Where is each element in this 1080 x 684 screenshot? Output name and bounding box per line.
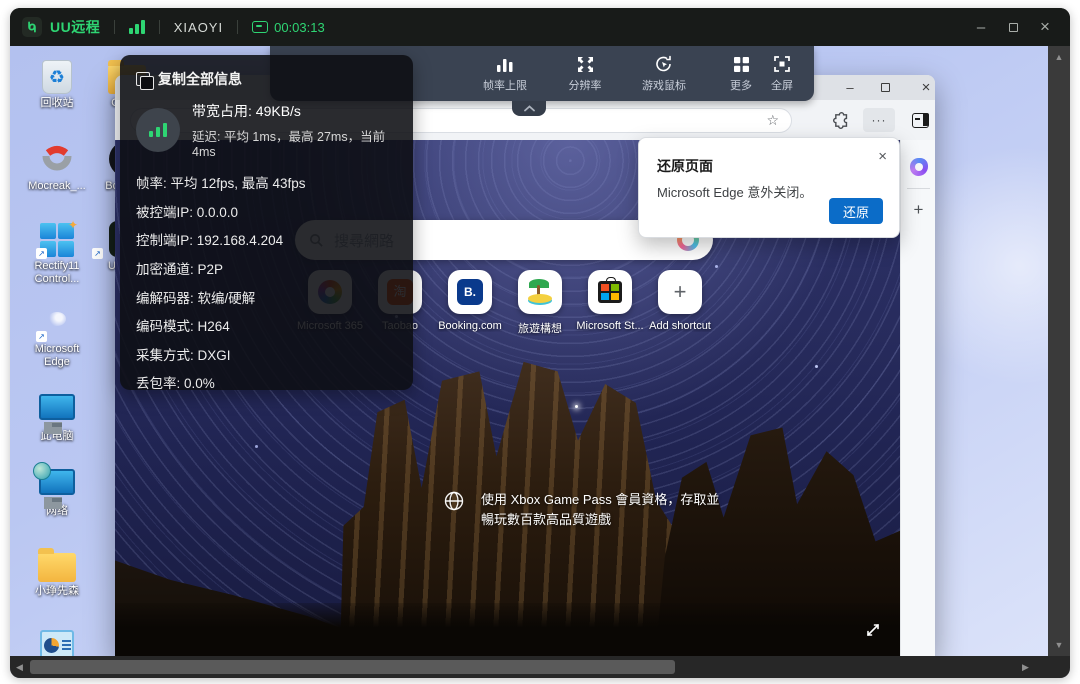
shortcut-arrow-icon: ↗ — [36, 331, 47, 342]
chevron-up-icon — [523, 105, 535, 112]
stat-channel: 加密通道: P2P — [136, 262, 224, 278]
desktop-icon-folder-user[interactable]: 小琤先森 — [25, 540, 89, 598]
shortcut-travel-ideas[interactable] — [518, 270, 562, 314]
folder-icon — [25, 540, 89, 582]
stat-codec: 编解码器: 软编/硬解 — [136, 290, 256, 306]
copilot-sidebar-toggle-icon[interactable] — [907, 108, 933, 132]
session-timer: 00:03:13 — [252, 20, 325, 35]
network-icon — [25, 460, 89, 502]
stat-controlled-ip: 被控端IP: 0.0.0.0 — [136, 204, 239, 220]
vertical-scrollbar[interactable]: ▲ ▼ — [1048, 46, 1070, 656]
uu-remote-window: UU远程 XIAOYI 00:03:13 – × ♻ 回收站 Mocreak_.… — [10, 8, 1070, 678]
booking-icon: B. — [457, 279, 483, 305]
shortcut-arrow-icon: ↗ — [92, 248, 103, 259]
scroll-up-icon[interactable]: ▲ — [1048, 52, 1070, 62]
divider — [114, 20, 116, 34]
uu-logo-icon — [22, 17, 42, 37]
restore-button[interactable]: 还原 — [829, 198, 883, 224]
toolbar-fullscreen[interactable]: 全屏 — [753, 53, 811, 93]
stat-framerate: 帧率: 平均 12fps, 最高 43fps — [136, 176, 306, 192]
xbox-gamepass-banner[interactable]: 使用 Xbox Game Pass 會員資格，存取並 暢玩數百款高品質遊戲 — [443, 490, 719, 530]
divider — [158, 20, 160, 34]
remote-desktop-viewport: ♻ 回收站 Mocreak_... ✦ ↗ Rectify11 Control.… — [10, 46, 1070, 678]
edge-close-button[interactable]: × — [912, 77, 940, 98]
edge-icon: ↗ — [25, 298, 89, 342]
mouse-rotate-icon — [632, 53, 696, 75]
stat-encode-mode: 编码模式: H264 — [136, 319, 230, 335]
popup-close-icon[interactable]: × — [878, 148, 887, 165]
bandwidth-stat: 带宽占用: 49KB/s — [192, 103, 301, 119]
divider — [907, 188, 930, 189]
popup-message: Microsoft Edge 意外关闭。 — [657, 185, 813, 200]
maximize-button[interactable] — [1000, 16, 1026, 38]
stat-capture: 采集方式: DXGI — [136, 347, 231, 363]
desktop-icon-rectify11[interactable]: ✦ ↗ Rectify11 Control... — [25, 215, 89, 286]
rectify11-icon: ✦ ↗ — [25, 215, 89, 259]
add-shortcut-button[interactable]: + — [658, 270, 702, 314]
settings-menu-icon[interactable]: ··· — [863, 108, 895, 132]
toolbar-framerate-limit[interactable]: 帧率上限 — [473, 53, 537, 93]
edge-minimize-button[interactable]: – — [836, 77, 864, 98]
banner-line1: 使用 Xbox Game Pass 會員資格，存取並 — [481, 492, 720, 507]
globe-icon — [444, 491, 464, 511]
popup-title: 还原页面 — [657, 158, 713, 174]
desktop-icon-system-tool[interactable] — [25, 618, 89, 660]
desktop-icon-edge[interactable]: ↗ Microsoft Edge — [25, 298, 89, 369]
latency-stat: 延迟: 平均 1ms，最高 27ms，当前 4ms — [192, 130, 386, 159]
shortcut-booking[interactable]: B. — [448, 270, 492, 314]
copy-icon — [136, 72, 154, 90]
signal-badge-icon — [136, 108, 180, 152]
this-pc-icon — [25, 385, 89, 427]
ground — [115, 603, 900, 658]
close-button[interactable]: × — [1032, 16, 1058, 38]
stat-packet-loss: 丢包率: 0.0% — [136, 376, 215, 392]
horizontal-scroll-thumb[interactable] — [30, 660, 675, 674]
extensions-icon[interactable] — [828, 108, 854, 132]
app-title: UU远程 — [50, 19, 101, 35]
toolbar-game-mouse[interactable]: 游戏鼠标 — [632, 53, 696, 93]
scroll-down-icon[interactable]: ▼ — [1048, 640, 1070, 650]
copy-all-info-button[interactable]: 复制全部信息 — [136, 69, 397, 90]
copilot-icon[interactable] — [901, 158, 936, 176]
desktop-icon-network[interactable]: 网络 — [25, 460, 89, 518]
favorites-star-icon[interactable]: ☆ — [766, 112, 779, 129]
session-time: 00:03:13 — [274, 19, 325, 35]
sidebar-add-button[interactable]: + — [901, 200, 936, 220]
edge-sidebar: + — [900, 140, 935, 658]
remote-device-name: XIAOYI — [173, 19, 224, 35]
divider — [237, 20, 239, 34]
mocreak-icon — [25, 135, 89, 177]
stat-controller-ip: 控制端IP: 192.168.4.204 — [136, 233, 284, 249]
shortcut-microsoft-store[interactable] — [588, 270, 632, 314]
duration-icon — [252, 21, 269, 33]
scroll-left-icon[interactable]: ◀ — [16, 656, 23, 678]
bar-chart-icon — [473, 53, 537, 75]
edge-maximize-button[interactable] — [871, 77, 899, 98]
expand-wallpaper-icon[interactable] — [865, 622, 881, 638]
desktop-icon-mocreak[interactable]: Mocreak_... — [25, 135, 89, 193]
connection-stats-panel: 复制全部信息 带宽占用: 49KB/s 延迟: 平均 1ms，最高 27ms，当… — [120, 55, 413, 391]
stars — [575, 405, 578, 408]
minimize-button[interactable]: – — [968, 16, 994, 38]
toolbar-resolution[interactable]: 分辨率 — [553, 53, 617, 93]
microsoft-store-icon — [598, 277, 622, 303]
sparkle-icon: ✦ — [67, 218, 78, 232]
horizontal-scrollbar[interactable]: ◀ ▶ — [10, 656, 1070, 678]
toolbar-collapse-tab[interactable] — [512, 101, 546, 116]
connection-signal-icon[interactable] — [129, 20, 145, 34]
island-icon — [527, 279, 553, 305]
shortcut-arrow-icon: ↗ — [36, 248, 47, 259]
recycle-bin-icon: ♻ — [42, 60, 72, 94]
plus-icon: + — [673, 279, 687, 304]
desktop-icon-this-pc[interactable]: 此电脑 — [25, 385, 89, 443]
restore-pages-popup: 还原页面 × Microsoft Edge 意外关闭。 还原 — [638, 137, 900, 238]
scroll-right-icon[interactable]: ▶ — [1022, 656, 1029, 678]
fullscreen-icon — [753, 53, 811, 75]
chart-tool-icon — [25, 618, 89, 660]
resize-arrows-icon — [553, 53, 617, 75]
banner-line2: 暢玩數百款高品質遊戲 — [481, 512, 612, 527]
titlebar: UU远程 XIAOYI 00:03:13 – × — [10, 8, 1070, 46]
desktop-icon-recycle-bin[interactable]: ♻ 回收站 — [25, 52, 89, 110]
